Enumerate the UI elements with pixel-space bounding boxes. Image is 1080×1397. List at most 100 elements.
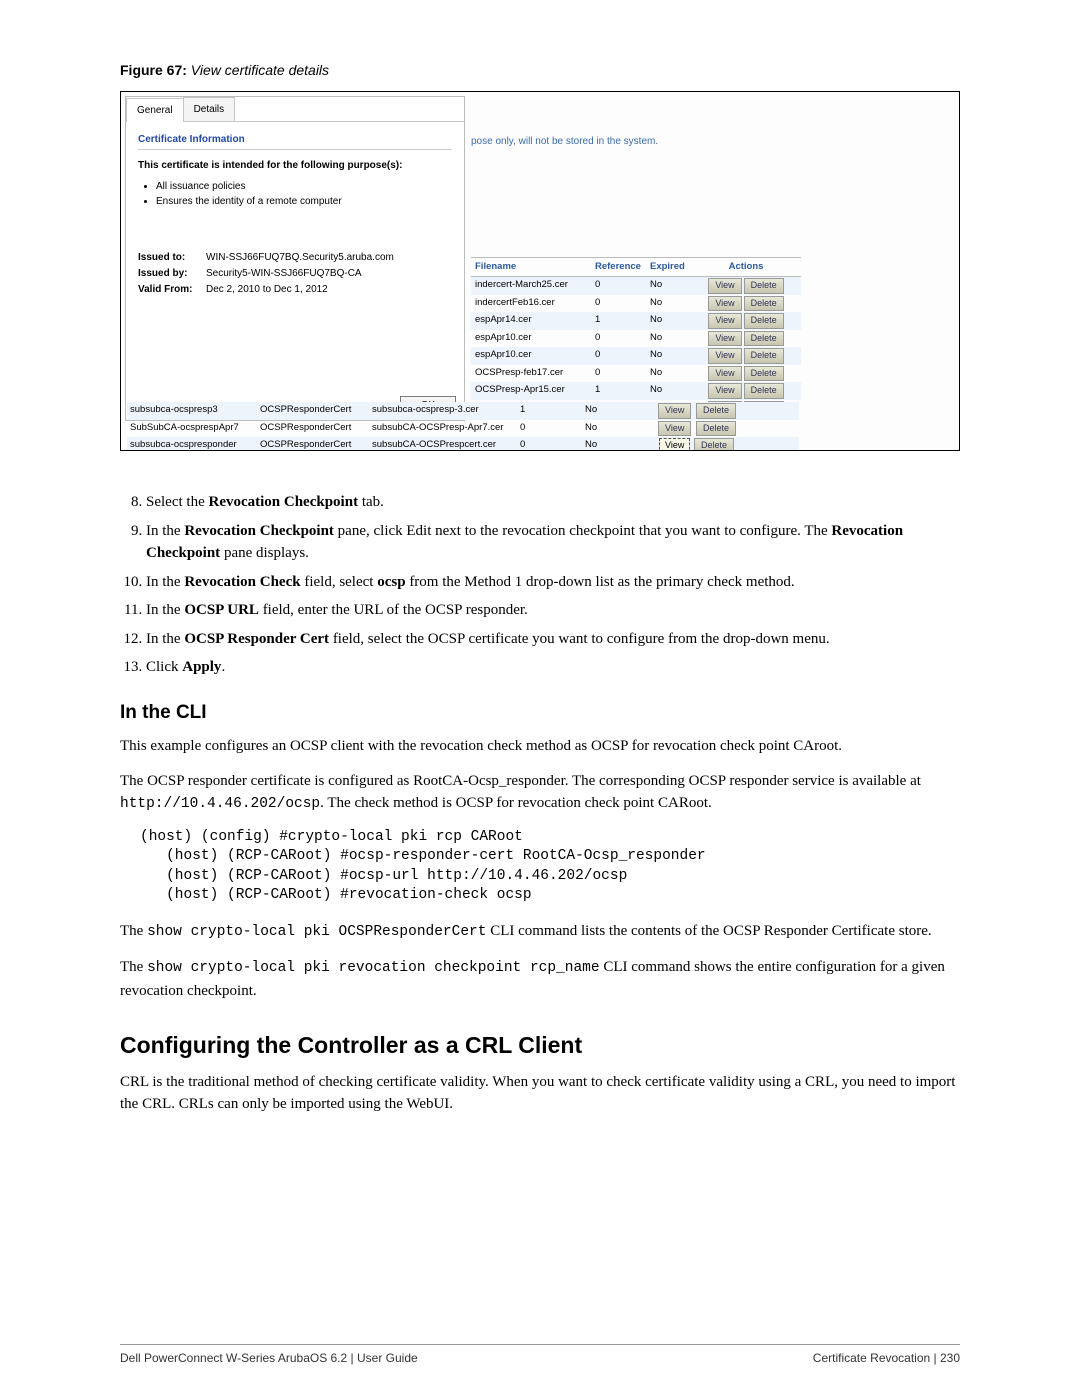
cert-table: Filename Reference Expired Actions inder… [471, 257, 801, 417]
table-row: OCSPresp-Apr15.cer1NoViewDelete [471, 382, 801, 400]
cell-reference: 1 [591, 312, 646, 330]
cli-para4-a: The [120, 959, 147, 975]
bottom-rows: subsubca-ocspresp3OCSPResponderCertsubsu… [127, 402, 799, 451]
cell-expired: No [582, 437, 632, 451]
valid-from: Dec 2, 2010 to Dec 1, 2012 [206, 282, 328, 297]
cli-para3-code: show crypto-local pki OCSPResponderCert [147, 924, 486, 940]
table-row: indercertFeb16.cer0NoViewDelete [471, 295, 801, 313]
figure-label: Figure 67: [120, 62, 187, 78]
cli-para3-b: CLI command lists the contents of the OC… [486, 923, 931, 939]
view-button[interactable]: View [708, 278, 741, 294]
certificate-dialog: General Details Certificate Information … [125, 96, 465, 421]
step-item: In the Revocation Checkpoint pane, click… [146, 520, 960, 565]
cell-reference: 0 [591, 295, 646, 313]
delete-button[interactable]: Delete [696, 421, 736, 437]
crl-heading: Configuring the Controller as a CRL Clie… [120, 1028, 960, 1063]
cell-type: OCSPResponderCert [257, 420, 369, 438]
delete-button[interactable]: Delete [744, 296, 784, 312]
tab-details[interactable]: Details [183, 97, 236, 121]
cli-codeblock: (host) (config) #crypto-local pki rcp CA… [140, 828, 960, 906]
table-row: subsubca-ocspresponderOCSPResponderCerts… [127, 437, 799, 451]
delete-button[interactable]: Delete [744, 348, 784, 364]
table-row: espApr10.cer0NoViewDelete [471, 347, 801, 365]
step-item: Click Apply. [146, 656, 960, 679]
issued-to: WIN-SSJ66FUQ7BQ.Security5.aruba.com [206, 250, 394, 265]
cell-reference: 1 [591, 382, 646, 400]
cell-reference: 0 [591, 365, 646, 383]
document-page: Figure 67: View certificate details X Ge… [0, 0, 1080, 1198]
cell-filename: espApr14.cer [471, 312, 591, 330]
cell-filename: espApr10.cer [471, 330, 591, 348]
delete-button[interactable]: Delete [744, 313, 784, 329]
delete-button[interactable]: Delete [744, 383, 784, 399]
table-row: OCSPresp-feb17.cer0No ViewDelete [471, 365, 801, 383]
dialog-tabs: General Details [126, 97, 464, 122]
cell-actions: View Delete [632, 437, 762, 451]
delete-button[interactable]: Delete [744, 366, 784, 382]
footer-right: Certificate Revocation | 230 [813, 1349, 960, 1367]
cell-reference: 0 [517, 420, 582, 438]
cell-actions: View Delete [632, 420, 762, 438]
cert-purpose-intro: This certificate is intended for the fol… [138, 158, 452, 173]
cell-expired: No [646, 382, 691, 400]
cell-reference: 1 [517, 402, 582, 420]
view-button[interactable]: View [708, 331, 741, 347]
th-expired: Expired [646, 258, 691, 276]
cli-paragraph-4: The show crypto-local pki revocation che… [120, 956, 960, 1002]
cell-actions: ViewDelete [691, 295, 801, 313]
cli-para3-a: The [120, 923, 147, 939]
cell-actions: ViewDelete [691, 330, 801, 348]
system-message: pose only, will not be stored in the sys… [471, 134, 801, 149]
cell-actions: ViewDelete [691, 277, 801, 295]
step-list: Select the Revocation Checkpoint tab. In … [120, 491, 960, 679]
cell-filename: subsubCA-OCSPrespcert.cer [369, 437, 517, 451]
figure-title: View certificate details [191, 62, 329, 78]
step-item: Select the Revocation Checkpoint tab. [146, 491, 960, 514]
cell-filename: subsubca-ocspresp-3.cer [369, 402, 517, 420]
in-the-cli-heading: In the CLI [120, 699, 960, 728]
tab-general[interactable]: General [126, 98, 184, 122]
step-item: In the Revocation Check field, select oc… [146, 571, 960, 594]
cli-para2-b: . The check method is OCSP for revocatio… [320, 795, 712, 811]
table-row: subsubca-ocspresp3OCSPResponderCertsubsu… [127, 402, 799, 420]
delete-button[interactable]: Delete [696, 403, 736, 419]
cell-actions: ViewDelete [691, 382, 801, 400]
cell-actions: ViewDelete [691, 347, 801, 365]
cli-paragraph-3: The show crypto-local pki OCSPResponderC… [120, 920, 960, 944]
cli-paragraph-1: This example configures an OCSP client w… [120, 735, 960, 758]
cell-filename: OCSPresp-feb17.cer [471, 365, 591, 383]
cert-purpose-list: All issuance policies Ensures the identi… [138, 179, 452, 209]
view-button[interactable]: View [708, 348, 741, 364]
table-row: SubSubCA-ocsprespApr7OCSPResponderCertsu… [127, 420, 799, 438]
th-filename: Filename [471, 258, 591, 276]
view-button[interactable]: View [708, 296, 741, 312]
cli-para2-a: The OCSP responder certificate is config… [120, 773, 921, 789]
view-button[interactable]: View [708, 366, 741, 382]
view-button[interactable]: View [658, 403, 691, 419]
cell-filename: subsubCA-OCSPresp-Apr7.cer [369, 420, 517, 438]
delete-button[interactable]: Delete [744, 278, 784, 294]
step-item: In the OCSP Responder Cert field, select… [146, 628, 960, 651]
delete-button[interactable]: Delete [694, 438, 734, 451]
cell-expired: No [646, 312, 691, 330]
cell-alias: subsubca-ocspresp3 [127, 402, 257, 420]
issued-by: Security5-WIN-SSJ66FUQ7BQ-CA [206, 266, 362, 281]
cert-info-heading: Certificate Information [138, 132, 452, 150]
delete-button[interactable]: Delete [744, 331, 784, 347]
cell-actions: View Delete [632, 402, 762, 420]
cell-reference: 0 [591, 330, 646, 348]
footer-left: Dell PowerConnect W-Series ArubaOS 6.2 |… [120, 1349, 418, 1367]
view-button[interactable]: View [708, 383, 741, 399]
cell-expired: No [582, 402, 632, 420]
cell-expired: No [646, 365, 691, 383]
cli-para2-code: http://10.4.46.202/ocsp [120, 796, 320, 812]
cell-expired: No [646, 347, 691, 365]
view-button[interactable]: View [708, 313, 741, 329]
view-button[interactable]: View [659, 438, 690, 451]
cell-filename: OCSPresp-Apr15.cer [471, 382, 591, 400]
crl-paragraph: CRL is the traditional method of checkin… [120, 1071, 960, 1116]
table-row: espApr10.cer0NoViewDelete [471, 330, 801, 348]
view-button[interactable]: View [658, 421, 691, 437]
issued-by-label: Issued by: [138, 266, 206, 281]
th-reference: Reference [591, 258, 646, 276]
